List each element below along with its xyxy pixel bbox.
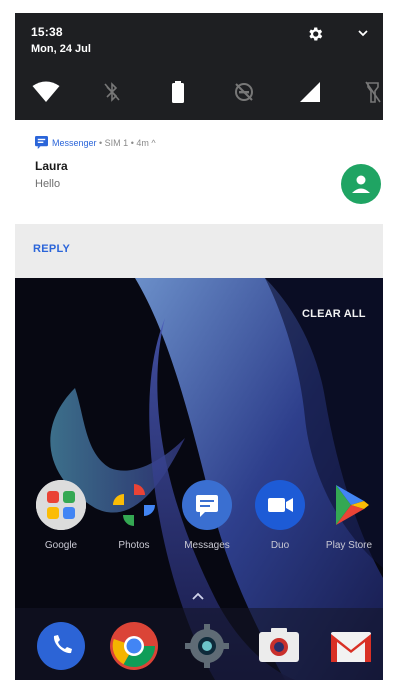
notification-body: Hello bbox=[35, 178, 61, 190]
gmail-icon[interactable] bbox=[327, 622, 375, 670]
phone-icon[interactable] bbox=[37, 622, 85, 670]
app-label-duo: Duo bbox=[270, 540, 290, 551]
duo-video-icon bbox=[255, 480, 305, 530]
chevron-down-icon[interactable] bbox=[355, 25, 371, 41]
flashlight-off-icon[interactable] bbox=[358, 77, 383, 107]
home-screen: CLEAR ALL Google Photos Messages Duo Pla… bbox=[15, 278, 383, 680]
app-label-play-store: Play Store bbox=[325, 540, 373, 551]
messages-icon bbox=[182, 480, 232, 530]
app-google[interactable]: Google bbox=[25, 480, 97, 551]
quick-settings-panel: 15:38 Mon, 24 Jul bbox=[15, 13, 383, 120]
app-duo[interactable]: Duo bbox=[244, 480, 316, 551]
app-row: Google Photos Messages Duo Play Store bbox=[15, 480, 383, 570]
dock bbox=[15, 608, 383, 680]
settings-gear-icon[interactable] bbox=[306, 25, 324, 43]
app-photos[interactable]: Photos bbox=[98, 480, 170, 551]
notification-meta: Messenger • SIM 1 • 4m ^ bbox=[52, 138, 156, 148]
phone-screen: 15:38 Mon, 24 Jul Messenger • SIM 1 • 4m… bbox=[15, 13, 383, 680]
app-label-google: Google bbox=[44, 540, 78, 551]
app-messages[interactable]: Messages bbox=[171, 480, 243, 551]
notification-app-name: Messenger bbox=[52, 137, 97, 148]
person-icon bbox=[352, 175, 370, 193]
clear-all-button[interactable]: CLEAR ALL bbox=[302, 308, 366, 320]
battery-icon[interactable] bbox=[163, 77, 193, 107]
app-play-store[interactable]: Play Store bbox=[313, 480, 383, 551]
photos-pinwheel-icon bbox=[109, 480, 159, 530]
bluetooth-off-icon[interactable] bbox=[97, 77, 127, 107]
messenger-app-icon bbox=[35, 136, 48, 149]
status-date: Mon, 24 Jul bbox=[31, 43, 91, 55]
notification-actions: REPLY bbox=[15, 224, 383, 278]
app-label-photos: Photos bbox=[118, 540, 150, 551]
wifi-icon[interactable] bbox=[31, 77, 61, 107]
google-folder-icon bbox=[36, 480, 86, 530]
chrome-icon[interactable] bbox=[110, 622, 158, 670]
status-time: 15:38 bbox=[31, 25, 63, 39]
notification-meta-text: • SIM 1 • 4m ^ bbox=[96, 137, 156, 148]
camera-icon[interactable] bbox=[255, 622, 303, 670]
contact-avatar bbox=[341, 164, 381, 204]
app-label-messages: Messages bbox=[184, 540, 230, 551]
do-not-disturb-off-icon[interactable] bbox=[229, 77, 259, 107]
play-store-icon bbox=[324, 480, 374, 530]
notification-header: Messenger • SIM 1 • 4m ^ bbox=[35, 136, 156, 149]
notification-title: Laura bbox=[35, 159, 68, 173]
reply-button[interactable]: REPLY bbox=[33, 243, 70, 255]
cellular-signal-icon[interactable] bbox=[295, 77, 325, 107]
quick-tiles-row bbox=[15, 77, 383, 107]
messenger-notification[interactable]: Messenger • SIM 1 • 4m ^ Laura Hello bbox=[15, 120, 383, 224]
settings-icon[interactable] bbox=[183, 622, 231, 670]
chevron-up-icon[interactable] bbox=[191, 591, 205, 601]
